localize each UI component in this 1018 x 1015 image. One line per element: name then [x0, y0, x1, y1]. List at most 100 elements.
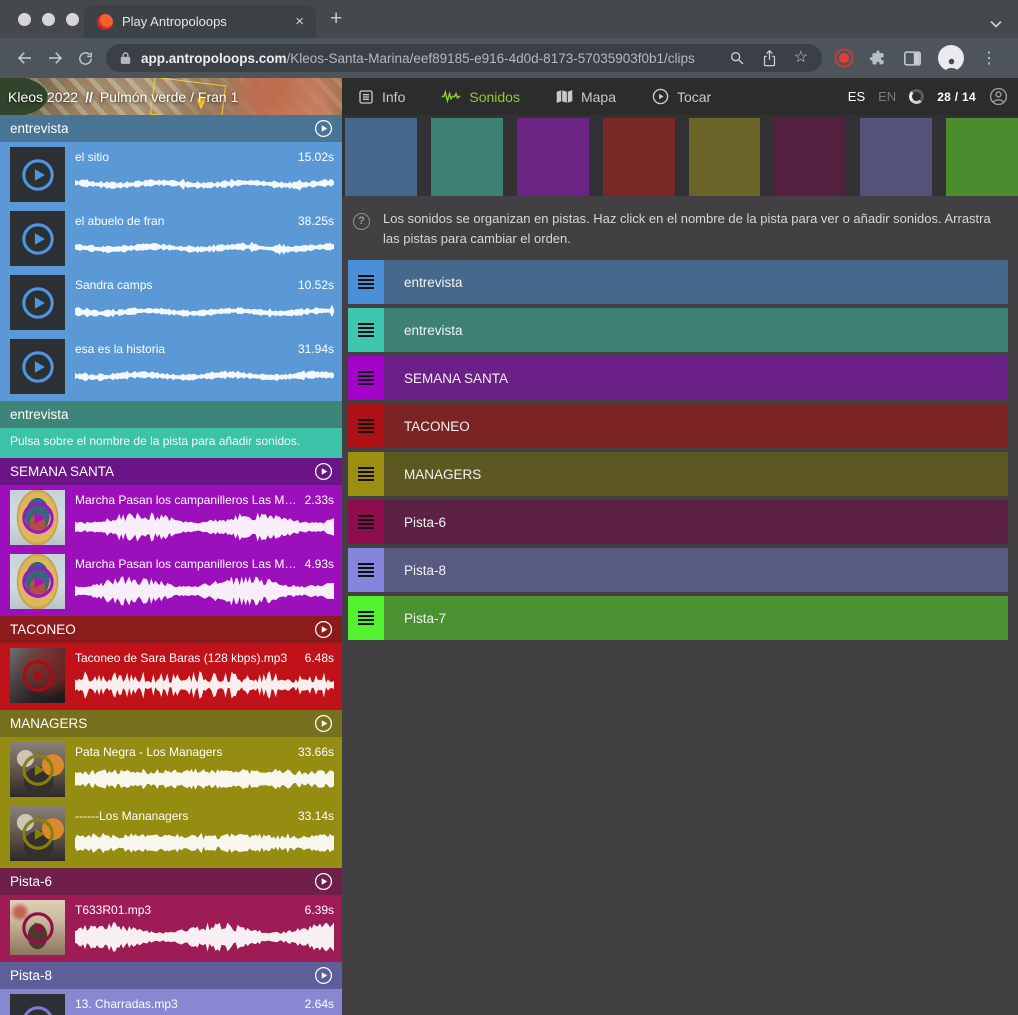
forward-button[interactable]	[40, 44, 70, 72]
clip-play-icon[interactable]	[21, 911, 55, 945]
track-row-drag-handle[interactable]	[348, 308, 384, 352]
window-close-button[interactable]	[18, 13, 31, 26]
clip-thumbnail[interactable]	[10, 275, 65, 330]
clip-play-icon[interactable]	[21, 565, 55, 599]
clip-thumbnail[interactable]	[10, 147, 65, 202]
clip-item[interactable]: 13. Charradas.mp3 2.64s	[0, 989, 342, 1015]
track-row-drag-handle[interactable]	[348, 500, 384, 544]
track-row[interactable]: TACONEO	[348, 404, 1008, 448]
clip-play-icon[interactable]	[21, 350, 55, 384]
clip-item[interactable]: Pata Negra - Los Managers 33.66s	[0, 737, 342, 801]
track-play-button[interactable]	[314, 119, 333, 138]
clip-play-icon[interactable]	[21, 1005, 55, 1015]
track-header[interactable]: TACONEO	[0, 616, 342, 643]
clip-play-icon[interactable]	[21, 158, 55, 192]
clip-item[interactable]: Taconeo de Sara Baras (128 kbps).mp3 6.4…	[0, 643, 342, 707]
track-header[interactable]: Pista-6	[0, 868, 342, 895]
clip-play-icon[interactable]	[21, 286, 55, 320]
zoom-icon[interactable]	[729, 50, 745, 66]
track-header[interactable]: entrevista	[0, 115, 342, 142]
clip-thumbnail[interactable]	[10, 806, 65, 861]
track-row[interactable]: Pista-6	[348, 500, 1008, 544]
track-name: entrevista	[10, 121, 314, 136]
language-en-button[interactable]: EN	[878, 89, 896, 104]
clip-item[interactable]: Marcha Pasan los campanilleros Las Mejor…	[0, 549, 342, 613]
track-header[interactable]: Pista-8	[0, 962, 342, 989]
track-row-drag-handle[interactable]	[348, 452, 384, 496]
tab-search-chevron-icon[interactable]	[990, 15, 1002, 33]
track-row[interactable]: Pista-7	[348, 596, 1008, 640]
clip-thumbnail[interactable]	[10, 648, 65, 703]
clip-thumbnail[interactable]	[10, 339, 65, 394]
profile-avatar[interactable]	[938, 45, 964, 71]
clip-item[interactable]: esa es la historia 31.94s	[0, 334, 342, 398]
project-breadcrumb[interactable]: Kleos 2022 // Pulmón verde / Fran 1	[0, 78, 342, 115]
bookmark-star-icon[interactable]: ☆	[794, 50, 808, 66]
account-icon[interactable]	[989, 87, 1008, 106]
window-controls[interactable]	[18, 13, 79, 26]
screen-record-indicator-icon[interactable]	[839, 53, 849, 63]
track-row[interactable]: Pista-8	[348, 548, 1008, 592]
track-row-body[interactable]: Pista-7	[384, 596, 1008, 640]
track-play-button[interactable]	[314, 966, 333, 985]
nav-item-info[interactable]: Info	[358, 89, 405, 105]
track-row-body[interactable]: Pista-6	[384, 500, 1008, 544]
clip-item[interactable]: el abuelo de fran 38.25s	[0, 206, 342, 270]
track-row-drag-handle[interactable]	[348, 404, 384, 448]
browser-tab[interactable]: Play Antropoloops ×	[84, 5, 316, 38]
clip-thumbnail[interactable]	[10, 211, 65, 266]
track-play-button[interactable]	[314, 714, 333, 733]
track-row-body[interactable]: MANAGERS	[384, 452, 1008, 496]
track-row-drag-handle[interactable]	[348, 596, 384, 640]
clip-item[interactable]: Sandra camps 10.52s	[0, 270, 342, 334]
track-row[interactable]: MANAGERS	[348, 452, 1008, 496]
track-play-button[interactable]	[314, 872, 333, 891]
track-row-body[interactable]: entrevista	[384, 260, 1008, 304]
clip-thumbnail[interactable]	[10, 994, 65, 1015]
clip-play-icon[interactable]	[21, 222, 55, 256]
clip-item[interactable]: T633R01.mp3 6.39s	[0, 895, 342, 959]
window-minimize-button[interactable]	[42, 13, 55, 26]
side-panel-icon[interactable]	[904, 51, 921, 66]
reload-button[interactable]	[70, 44, 100, 72]
track-row-drag-handle[interactable]	[348, 260, 384, 304]
track-header[interactable]: MANAGERS	[0, 710, 342, 737]
nav-item-mapa[interactable]: Mapa	[556, 89, 616, 105]
clip-thumbnail[interactable]	[10, 742, 65, 797]
track-play-button[interactable]	[314, 462, 333, 481]
new-tab-button[interactable]: +	[330, 7, 342, 31]
track-row-drag-handle[interactable]	[348, 548, 384, 592]
track-row[interactable]: entrevista	[348, 260, 1008, 304]
track-row[interactable]: entrevista	[348, 308, 1008, 352]
nav-item-sonidos[interactable]: Sonidos	[441, 89, 520, 105]
extensions-puzzle-icon[interactable]	[869, 49, 887, 67]
clip-play-icon[interactable]	[21, 817, 55, 851]
clip-item[interactable]: el sitio 15.02s	[0, 142, 342, 206]
clip-thumbnail[interactable]	[10, 490, 65, 545]
track-play-button[interactable]	[314, 620, 333, 639]
clip-item[interactable]: Marcha Pasan los campanilleros Las Mejor…	[0, 485, 342, 549]
share-icon[interactable]	[762, 50, 777, 67]
clip-thumbnail[interactable]	[10, 900, 65, 955]
clip-item[interactable]: ------Los Mananagers 33.14s	[0, 801, 342, 865]
clip-play-icon[interactable]	[21, 501, 55, 535]
track-header[interactable]: SEMANA SANTA	[0, 458, 342, 485]
language-es-button[interactable]: ES	[848, 89, 865, 104]
window-zoom-button[interactable]	[66, 13, 79, 26]
address-bar[interactable]: app.antropoloops.com/Kleos-Santa-Marina/…	[106, 44, 822, 72]
tab-close-icon[interactable]: ×	[293, 13, 306, 30]
clip-thumbnail[interactable]	[10, 554, 65, 609]
track-row[interactable]: SEMANA SANTA	[348, 356, 1008, 400]
track-row-body[interactable]: entrevista	[384, 308, 1008, 352]
drag-handle-icon	[358, 371, 374, 385]
browser-menu-icon[interactable]: ⋮	[981, 48, 997, 68]
track-row-body[interactable]: SEMANA SANTA	[384, 356, 1008, 400]
track-header[interactable]: entrevista	[0, 401, 342, 428]
track-row-body[interactable]: TACONEO	[384, 404, 1008, 448]
clip-play-icon[interactable]	[21, 659, 55, 693]
back-button[interactable]	[10, 44, 40, 72]
clip-play-icon[interactable]	[21, 753, 55, 787]
nav-item-tocar[interactable]: Tocar	[652, 88, 711, 105]
track-row-drag-handle[interactable]	[348, 356, 384, 400]
track-row-body[interactable]: Pista-8	[384, 548, 1008, 592]
